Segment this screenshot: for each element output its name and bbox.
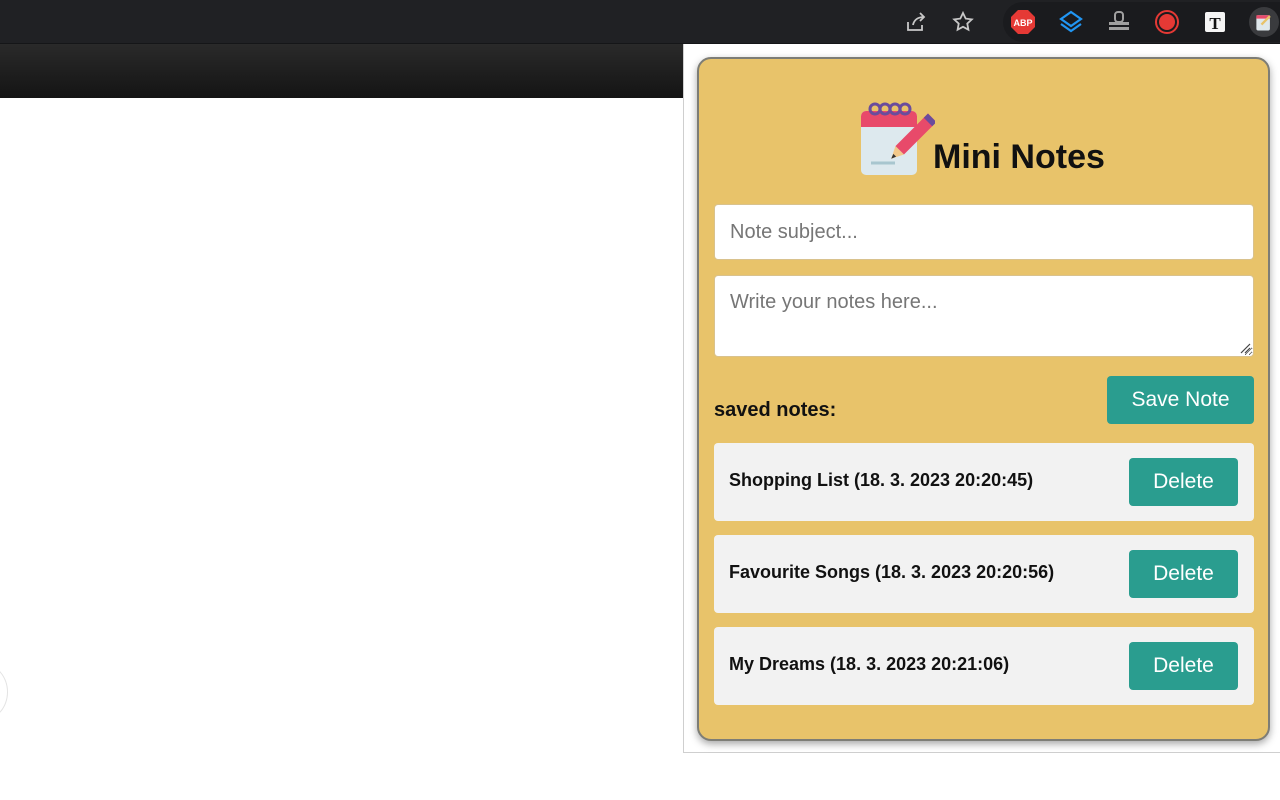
note-list-item[interactable]: Favourite Songs (18. 3. 2023 20:20:56) D… <box>714 535 1254 613</box>
layers-icon[interactable] <box>1058 9 1084 35</box>
delete-note-button[interactable]: Delete <box>1129 642 1238 690</box>
browser-toolbar: ABP T <box>0 0 1280 44</box>
notepad-logo-icon <box>861 102 935 175</box>
note-body-textarea[interactable] <box>714 275 1254 357</box>
page-floating-button[interactable] <box>0 664 8 720</box>
note-subject-input[interactable] <box>714 204 1254 260</box>
adblock-plus-icon[interactable]: ABP <box>1010 9 1036 35</box>
record-icon[interactable] <box>1154 9 1180 35</box>
save-note-button[interactable]: Save Note <box>1107 376 1254 424</box>
star-icon[interactable] <box>950 9 976 35</box>
share-icon[interactable] <box>903 9 929 35</box>
stack-icon[interactable] <box>1106 9 1132 35</box>
text-t-icon[interactable]: T <box>1202 9 1228 35</box>
popup-header: Mini Notes <box>859 97 1105 181</box>
svg-text:ABP: ABP <box>1013 18 1032 28</box>
note-title: My Dreams (18. 3. 2023 20:21:06) <box>729 654 1010 674</box>
svg-text:T: T <box>1209 14 1221 33</box>
saved-notes-heading: saved notes: <box>714 399 837 421</box>
saved-notes-list: Shopping List (18. 3. 2023 20:20:45) Del… <box>714 443 1254 719</box>
app-title: Mini Notes <box>933 138 1105 176</box>
mini-notes-popup: Mini Notes saved notes: Save Note Shoppi… <box>697 57 1270 741</box>
extensions-group <box>1003 2 1280 42</box>
delete-note-button[interactable]: Delete <box>1129 458 1238 506</box>
delete-note-button[interactable]: Delete <box>1129 550 1238 598</box>
note-list-item[interactable]: Shopping List (18. 3. 2023 20:20:45) Del… <box>714 443 1254 521</box>
note-title: Shopping List (18. 3. 2023 20:20:45) <box>729 470 1034 490</box>
note-title: Favourite Songs (18. 3. 2023 20:20:56) <box>729 562 1055 582</box>
resize-grip-icon[interactable] <box>1239 342 1251 354</box>
note-list-item[interactable]: My Dreams (18. 3. 2023 20:21:06) Delete <box>714 627 1254 705</box>
notepad-icon[interactable] <box>1249 7 1279 37</box>
